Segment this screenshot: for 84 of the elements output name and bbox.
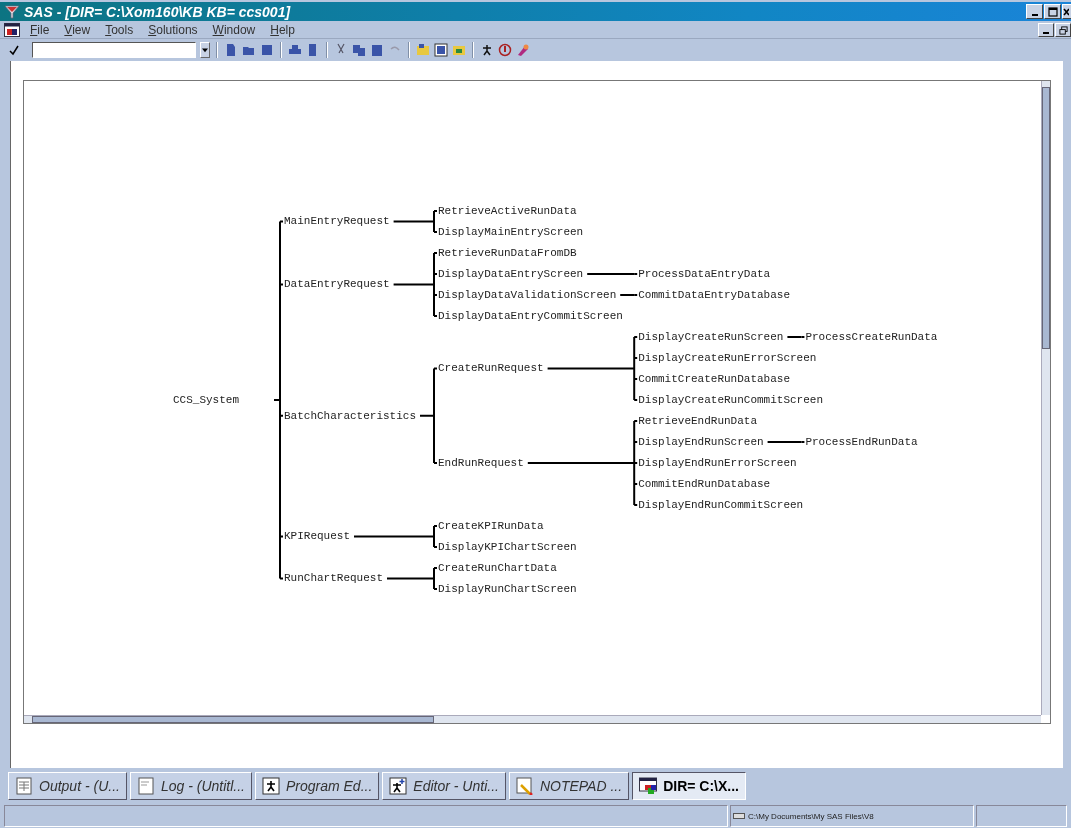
tree-node-label: CreateRunRequest bbox=[438, 362, 544, 375]
tree-node-label: DataEntryRequest bbox=[284, 278, 390, 291]
tree-node-label: DisplayCreateRunErrorScreen bbox=[638, 351, 817, 364]
tree-node-label: DisplayKPIChartScreen bbox=[438, 540, 577, 553]
caret-icon bbox=[202, 47, 208, 53]
tree-node-label: CCS_System bbox=[173, 393, 239, 406]
drive-icon bbox=[733, 812, 745, 820]
menu-item[interactable]: View bbox=[64, 23, 91, 37]
maximize-icon bbox=[1047, 6, 1058, 17]
tree-node-label: CreateRunChartData bbox=[438, 561, 557, 574]
window-tab[interactable]: NOTEPAD ... bbox=[508, 772, 630, 800]
tree-connector bbox=[786, 336, 806, 338]
tree-node-label: CreateKPIRunData bbox=[438, 519, 544, 532]
tree-node-label: CommitDataEntryDatabase bbox=[638, 288, 791, 301]
menu-item[interactable]: File bbox=[30, 23, 50, 37]
tree-node-label: DisplayMainEntryScreen bbox=[438, 225, 584, 238]
tree-node-label: ProcessEndRunData bbox=[805, 435, 918, 448]
window-title: SAS - [DIR= C:\Xom160\KB KB= ccs001] bbox=[24, 3, 291, 20]
new-icon[interactable] bbox=[224, 43, 238, 57]
running-figure-icon bbox=[261, 777, 280, 795]
window-tab[interactable]: Output - (U... bbox=[8, 772, 127, 800]
restore-icon bbox=[1058, 25, 1068, 35]
app-logo-icon bbox=[4, 3, 20, 20]
tree-connector bbox=[386, 567, 438, 590]
window-tab[interactable]: Log - (Untitl... bbox=[129, 772, 252, 800]
tree-node-label: RetrieveEndRunData bbox=[638, 414, 758, 427]
tree-node-label: DisplayCreateRunCommitScreen bbox=[638, 393, 824, 406]
tree-connector bbox=[392, 210, 438, 233]
paste-icon[interactable] bbox=[370, 43, 384, 57]
tree-connector bbox=[586, 273, 639, 275]
tree-node-label: RetrieveActiveRunData bbox=[438, 204, 577, 217]
print-icon[interactable] bbox=[288, 43, 302, 57]
vertical-scrollbar[interactable] bbox=[1041, 81, 1050, 715]
tree-node-label: RetrieveRunDataFromDB bbox=[438, 246, 577, 259]
tree-connector bbox=[766, 441, 806, 443]
tree-node-label: ProcessDataEntryData bbox=[638, 267, 771, 280]
menu-item[interactable]: Window bbox=[212, 23, 256, 37]
menu-item[interactable]: Tools bbox=[105, 23, 134, 37]
save-icon[interactable] bbox=[260, 43, 274, 57]
tree-node-label: DisplayRunChartScreen bbox=[438, 582, 577, 595]
menu-item[interactable]: Help bbox=[270, 23, 295, 37]
minimize-icon bbox=[1031, 13, 1038, 16]
tree-node-label: DisplayDataValidationScreen bbox=[438, 288, 617, 301]
tree-connector bbox=[392, 252, 438, 317]
minimize-icon bbox=[1043, 32, 1049, 34]
window-tab[interactable]: DIR= C:\X... bbox=[632, 772, 746, 800]
status-path: C:\My Documents\My SAS Files\V8 bbox=[748, 811, 874, 821]
restore-button[interactable] bbox=[1055, 23, 1071, 37]
tree-node-label: BatchCharacteristics bbox=[284, 409, 417, 422]
check-icon[interactable] bbox=[8, 44, 20, 56]
command-field[interactable] bbox=[32, 42, 196, 58]
close-icon bbox=[1063, 6, 1069, 17]
tree-node-label: DisplayEndRunCommitScreen bbox=[638, 498, 804, 511]
maximize-button[interactable] bbox=[1044, 4, 1061, 19]
tree-node-label: ProcessCreateRunData bbox=[805, 330, 938, 343]
notepad-pencil-icon bbox=[515, 777, 534, 795]
close-button[interactable] bbox=[1062, 4, 1071, 19]
tree-node-label: DisplayCreateRunScreen bbox=[638, 330, 784, 343]
tree-node-label: EndRunRequest bbox=[438, 456, 524, 469]
spreadsheet-icon bbox=[15, 777, 33, 795]
minimize-button[interactable] bbox=[1026, 4, 1043, 19]
menu-item[interactable]: Solutions bbox=[148, 23, 198, 37]
tree-node-label: MainEntryRequest bbox=[284, 215, 390, 228]
tree-node-label: DisplayDataEntryScreen bbox=[438, 267, 584, 280]
run-icon[interactable] bbox=[480, 43, 494, 57]
tree-connector bbox=[619, 294, 639, 296]
tree-node-label: RunChartRequest bbox=[284, 572, 384, 585]
running-figure-plus-icon bbox=[389, 777, 408, 795]
tree-node-label: CommitEndRunDatabase bbox=[638, 477, 771, 490]
tree-node-label: CommitCreateRunDatabase bbox=[638, 372, 791, 385]
tree-node-label: DisplayEndRunScreen bbox=[638, 435, 764, 448]
tree-node-label: DisplayDataEntryCommitScreen bbox=[438, 309, 623, 322]
window-icon bbox=[639, 777, 658, 795]
copy-icon[interactable] bbox=[352, 43, 366, 57]
tree-node-label: DisplayEndRunErrorScreen bbox=[638, 456, 797, 469]
dropdown-button[interactable] bbox=[200, 42, 210, 58]
document-icon bbox=[136, 777, 155, 795]
tree-node-label: KPIRequest bbox=[284, 530, 350, 543]
window-tab[interactable]: Editor - Unti... bbox=[382, 772, 506, 800]
break-icon[interactable] bbox=[498, 43, 512, 57]
document-window-icon[interactable] bbox=[4, 23, 20, 37]
horizontal-scrollbar[interactable] bbox=[24, 715, 1041, 723]
window-tab[interactable]: Program Ed... bbox=[254, 772, 380, 800]
minimize-button[interactable] bbox=[1038, 23, 1054, 37]
